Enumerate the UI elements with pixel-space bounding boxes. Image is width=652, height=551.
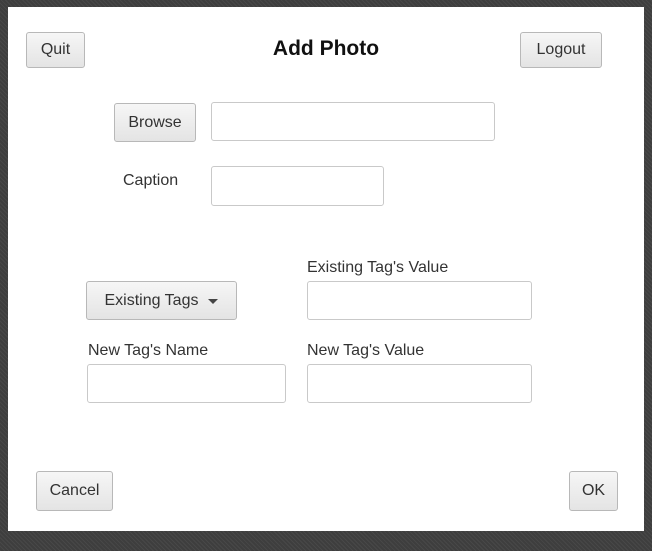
photo-path-input[interactable] <box>211 102 495 141</box>
cancel-button[interactable]: Cancel <box>36 471 113 511</box>
existing-tags-dropdown[interactable]: Existing Tags <box>86 281 237 320</box>
add-photo-window: Quit Add Photo Logout Browse Caption Exi… <box>8 7 644 531</box>
ok-button[interactable]: OK <box>569 471 618 511</box>
existing-tags-dropdown-label: Existing Tags <box>104 291 199 309</box>
existing-tag-value-label: Existing Tag's Value <box>307 259 449 276</box>
caption-label: Caption <box>123 172 179 189</box>
new-tag-name-label: New Tag's Name <box>88 342 209 359</box>
new-tag-name-input[interactable] <box>87 364 286 403</box>
browse-button[interactable]: Browse <box>114 103 196 142</box>
new-tag-value-label: New Tag's Value <box>307 342 425 359</box>
caption-input[interactable] <box>211 166 384 206</box>
logout-button[interactable]: Logout <box>520 32 602 68</box>
chevron-down-icon <box>208 299 219 304</box>
new-tag-value-input[interactable] <box>307 364 532 403</box>
existing-tag-value-input[interactable] <box>307 281 532 320</box>
